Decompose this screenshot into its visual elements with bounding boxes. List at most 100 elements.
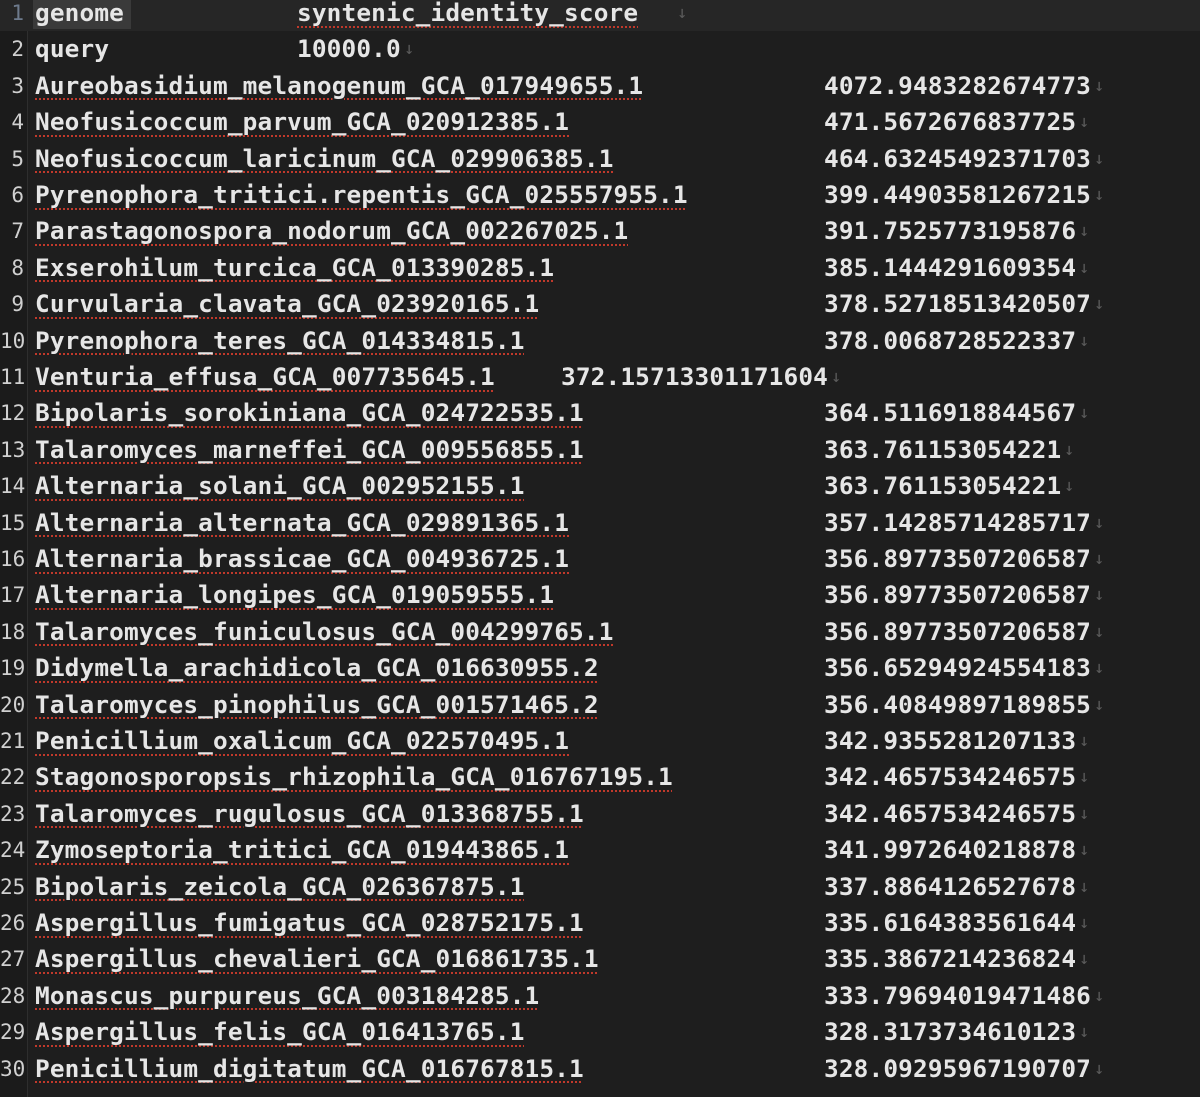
line-number: 26 <box>0 911 26 935</box>
table-row[interactable]: 2 query 10000.0 ↓ <box>0 31 1200 67</box>
score-cell: 4072.9483282674773 <box>824 70 1092 100</box>
genome-cell: Aspergillus_chevalieri_GCA_016861735.1 <box>35 944 599 974</box>
table-row[interactable]: 28 Monascus_purpureus_GCA_003184285.1 333.… <box>0 978 1200 1014</box>
table-row[interactable]: 22 Stagonosporopsis_rhizophila_GCA_016767… <box>0 759 1200 795</box>
eol-marker: ↓ <box>1079 257 1090 278</box>
line-number: 21 <box>0 729 26 753</box>
header-score: syntenic_identity_score <box>297 0 639 27</box>
line-number: 20 <box>0 692 26 717</box>
header-row[interactable]: 1 genome syntenic_identity_score ↓ <box>0 0 1200 32</box>
table-row[interactable]: 30 Penicillium_digitatum_GCA_016767815.1 3… <box>0 1051 1200 1087</box>
score-cell: 342.4657534246575 <box>824 762 1077 792</box>
score-cell: 356.89773507206587 <box>824 580 1092 610</box>
table-row[interactable]: 9 Curvularia_clavata_GCA_023920165.1 378.5… <box>0 286 1200 322</box>
table-row[interactable]: 4 Neofusicoccum_parvum_GCA_020912385.1 471… <box>0 104 1200 140</box>
score-cell: 335.3867214236824 <box>824 944 1077 974</box>
line-number: 8 <box>11 255 24 280</box>
genome-cell: Alternaria_solani_GCA_002952155.1 <box>35 471 525 501</box>
eol-marker: ↓ <box>1079 949 1090 970</box>
score-cell: 333.79694019471486 <box>824 980 1092 1010</box>
table-row[interactable]: 5 Neofusicoccum_laricinum_GCA_029906385.1… <box>0 141 1200 177</box>
table-row[interactable]: 15 Alternaria_alternata_GCA_029891365.1 35… <box>0 505 1200 541</box>
genome-cell: Talaromyces_rugulosus_GCA_013368755.1 <box>35 798 584 828</box>
table-row[interactable]: 17 Alternaria_longipes_GCA_019059555.1 356… <box>0 577 1200 613</box>
table-row[interactable]: 24 Zymoseptoria_tritici_GCA_019443865.1 34… <box>0 832 1200 868</box>
line-number: 9 <box>11 292 24 317</box>
score-cell: 471.5672676837725 <box>824 107 1077 137</box>
table-row[interactable]: 6 Pyrenophora_tritici.repentis_GCA_025557… <box>0 177 1200 213</box>
eol-marker: ↓ <box>1094 185 1105 205</box>
table-row[interactable]: 13 Talaromyces_marneffei_GCA_009556855.1 3… <box>0 432 1200 468</box>
score-cell: 335.6164383561644 <box>824 908 1077 937</box>
genome-cell: Bipolaris_sorokiniana_GCA_024722535.1 <box>35 398 584 428</box>
genome-cell: Penicillium_oxalicum_GCA_022570495.1 <box>35 726 570 755</box>
eol-marker: ↓ <box>1079 112 1090 133</box>
genome-cell: Parastagonospora_nodorum_GCA_002267025.1 <box>35 216 629 246</box>
line-number: 1 <box>11 1 24 25</box>
genome-cell: Aureobasidium_melanogenum_GCA_017949655.… <box>35 70 644 100</box>
table-row[interactable]: 18 Talaromyces_funiculosus_GCA_004299765.… <box>0 614 1200 650</box>
score-cell: 357.14285714285717 <box>824 507 1092 537</box>
eol-marker: ↓ <box>1094 294 1105 315</box>
eol-marker: ↓ <box>1064 476 1075 497</box>
eol-marker: ↓ <box>1094 1058 1105 1079</box>
eol-marker: ↓ <box>404 39 415 60</box>
table-row[interactable]: 19 Didymella_arachidicola_GCA_016630955.2… <box>0 650 1200 686</box>
eol-marker: ↓ <box>1094 694 1105 715</box>
score-cell: 378.52718513420507 <box>824 289 1092 319</box>
table-row[interactable]: 20 Talaromyces_pinophilus_GCA_001571465.2… <box>0 687 1200 723</box>
table-row[interactable]: 11 Venturia_effusa_GCA_007735645.1 372.157… <box>0 359 1200 395</box>
table-row[interactable]: 10 Pyrenophora_teres_GCA_014334815.1 378.0… <box>0 323 1200 359</box>
score-cell: 385.1444291609354 <box>824 252 1077 282</box>
genome-cell: Talaromyces_marneffei_GCA_009556855.1 <box>35 434 584 464</box>
table-row[interactable]: 14 Alternaria_solani_GCA_002952155.1 363.7… <box>0 468 1200 504</box>
genome-cell: Curvularia_clavata_GCA_023920165.1 <box>35 289 540 319</box>
genome-cell: query <box>35 34 110 64</box>
line-number: 4 <box>11 110 24 135</box>
line-number: 19 <box>0 656 26 681</box>
line-number: 16 <box>0 547 26 571</box>
table-row[interactable]: 16 Alternaria_brassicae_GCA_004936725.1 35… <box>0 541 1200 577</box>
table-row[interactable]: 29 Aspergillus_felis_GCA_016413765.1 328.3… <box>0 1014 1200 1050</box>
table-row[interactable]: 27 Aspergillus_chevalieri_GCA_016861735.1… <box>0 941 1200 977</box>
eol-marker: ↓ <box>1094 549 1105 569</box>
genome-cell: Talaromyces_funiculosus_GCA_004299765.1 <box>35 616 614 646</box>
eol-marker: ↓ <box>1079 221 1090 242</box>
eol-marker: ↓ <box>1094 985 1105 1006</box>
eol-marker: ↓ <box>1079 403 1090 424</box>
genome-cell: Monascus_purpureus_GCA_003184285.1 <box>35 980 540 1010</box>
table-row[interactable]: 8 Exserohilum_turcica_GCA_013390285.1 385.… <box>0 250 1200 286</box>
score-cell: 356.65294924554183 <box>824 653 1092 683</box>
table-row[interactable]: 7 Parastagonospora_nodorum_GCA_002267025.… <box>0 213 1200 249</box>
eol-marker: ↓ <box>1079 876 1090 897</box>
table-row[interactable]: 3 Aureobasidium_melanogenum_GCA_017949655… <box>0 68 1200 104</box>
line-number: 18 <box>0 619 26 644</box>
line-number: 3 <box>11 73 24 98</box>
eol-marker: ↓ <box>1079 330 1090 351</box>
score-cell: 378.0068728522337 <box>824 325 1077 355</box>
eol-marker: ↓ <box>1079 767 1090 788</box>
genome-cell: Neofusicoccum_laricinum_GCA_029906385.1 <box>35 143 614 173</box>
text-editor[interactable]: 1 genome syntenic_identity_score ↓ 2 quer… <box>0 0 1200 1097</box>
score-cell: 464.63245492371703 <box>824 143 1092 173</box>
score-cell: 364.5116918844567 <box>824 398 1077 428</box>
table-row[interactable]: 26 Aspergillus_fumigatus_GCA_028752175.1 3… <box>0 905 1200 941</box>
score-cell: 356.89773507206587 <box>824 616 1092 646</box>
table-row[interactable]: 23 Talaromyces_rugulosus_GCA_013368755.1 3… <box>0 796 1200 832</box>
line-number: 10 <box>0 328 26 353</box>
line-number: 2 <box>11 37 24 62</box>
genome-cell: Alternaria_brassicae_GCA_004936725.1 <box>35 544 570 573</box>
eol-marker: ↓ <box>1064 439 1075 460</box>
eol-marker: ↓ <box>1079 840 1090 861</box>
score-cell: 399.44903581267215 <box>824 180 1092 209</box>
table-row[interactable]: 12 Bipolaris_sorokiniana_GCA_024722535.1 3… <box>0 395 1200 431</box>
line-number: 25 <box>0 874 26 899</box>
eol-marker: ↓ <box>1094 621 1105 642</box>
genome-cell: Alternaria_longipes_GCA_019059555.1 <box>35 580 555 610</box>
genome-cell: Pyrenophora_tritici.repentis_GCA_0255579… <box>35 180 688 209</box>
score-cell: 342.4657534246575 <box>824 798 1077 828</box>
table-row[interactable]: 21 Penicillium_oxalicum_GCA_022570495.1 34… <box>0 723 1200 759</box>
table-row[interactable]: 25 Bipolaris_zeicola_GCA_026367875.1 337.8… <box>0 869 1200 905</box>
genome-cell: Bipolaris_zeicola_GCA_026367875.1 <box>35 871 525 901</box>
genome-cell: Neofusicoccum_parvum_GCA_020912385.1 <box>35 107 570 137</box>
